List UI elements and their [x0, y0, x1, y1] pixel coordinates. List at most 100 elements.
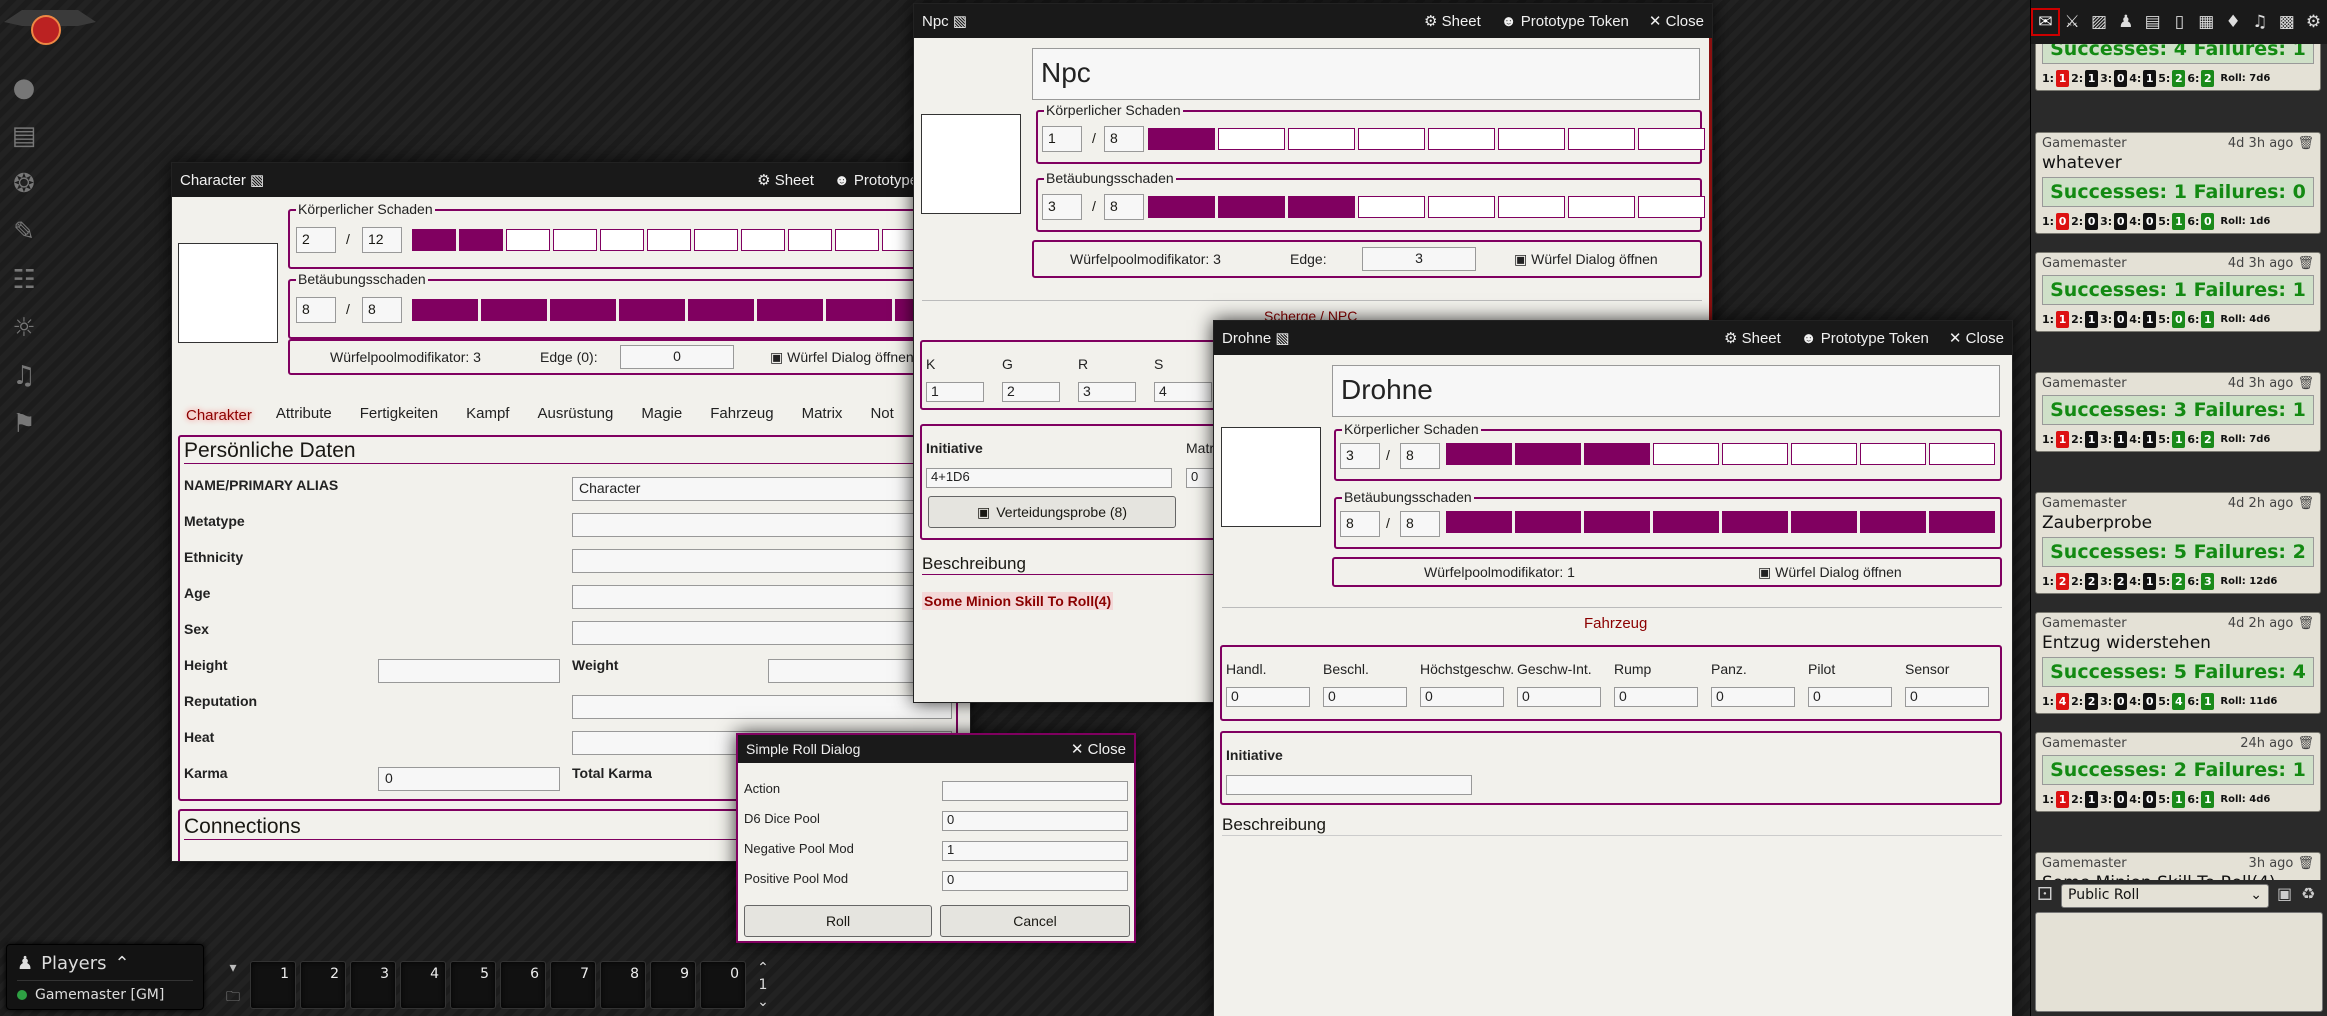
damage-box[interactable]: [826, 299, 892, 321]
page-up-icon[interactable]: ⌃: [757, 960, 769, 976]
stat-input[interactable]: 0: [1808, 687, 1892, 707]
notes-icon[interactable]: ⚑: [6, 406, 42, 442]
physical-current-input[interactable]: 3: [1340, 443, 1380, 469]
damage-box[interactable]: [1498, 196, 1565, 218]
damage-box[interactable]: [1791, 511, 1857, 533]
settings-icon[interactable]: ⚙: [2303, 12, 2324, 32]
roll-mode-select[interactable]: Public Roll ⌄: [2061, 884, 2269, 908]
stun-current-input[interactable]: 8: [296, 297, 336, 323]
defense-roll-button[interactable]: ▣ Verteidungsprobe (8): [928, 496, 1176, 528]
action-input[interactable]: [942, 781, 1128, 801]
close-button[interactable]: ✕ Close: [1071, 740, 1126, 758]
damage-box[interactable]: [1860, 511, 1926, 533]
cancel-button[interactable]: Cancel: [940, 905, 1130, 937]
sex-input[interactable]: [572, 621, 952, 645]
draw-icon[interactable]: ✎: [6, 214, 42, 250]
negative-mod-input[interactable]: 1: [942, 841, 1128, 861]
edge-input[interactable]: 0: [620, 345, 734, 369]
initiative-input[interactable]: [1226, 775, 1472, 795]
cards-icon[interactable]: ♦: [2223, 12, 2244, 32]
macro-slot[interactable]: 6: [500, 961, 546, 1009]
journal-icon[interactable]: ▯: [2169, 12, 2190, 32]
minion-skill-roll[interactable]: Some Minion Skill To Roll(4): [922, 592, 1114, 610]
dice-dialog-button[interactable]: ▣ Würfel Dialog öffnen: [1758, 564, 1902, 581]
damage-box[interactable]: [506, 229, 550, 251]
save-icon[interactable]: ▣: [2277, 884, 2292, 903]
drone-name-input[interactable]: Drohne: [1332, 365, 2000, 417]
window-header[interactable]: Character ▧ ⚙ Sheet ☻ Prototype Token: [172, 163, 970, 197]
edge-input[interactable]: 3: [1362, 247, 1476, 271]
damage-box[interactable]: [1446, 443, 1512, 465]
tab-charakter[interactable]: Charakter: [180, 405, 258, 426]
damage-box[interactable]: [741, 229, 785, 251]
drone-portrait[interactable]: [1221, 427, 1321, 527]
light-icon[interactable]: ☼: [6, 310, 42, 346]
npc-name-input[interactable]: Npc: [1032, 48, 1700, 100]
macro-slot[interactable]: 8: [600, 961, 646, 1009]
tab-matrix[interactable]: Matrix: [802, 405, 843, 426]
tab-notes[interactable]: Not: [870, 405, 893, 426]
roll-button[interactable]: Roll: [744, 905, 932, 937]
stat-input[interactable]: 0: [1905, 687, 1989, 707]
attr-s-input[interactable]: 4: [1154, 382, 1212, 402]
damage-box[interactable]: [1358, 196, 1425, 218]
damage-box[interactable]: [1584, 511, 1650, 533]
doc-id-icon[interactable]: ▧: [953, 13, 967, 30]
npc-portrait[interactable]: [921, 114, 1021, 214]
positive-mod-input[interactable]: 0: [942, 871, 1128, 891]
sheet-config-button[interactable]: ⚙ Sheet: [1424, 12, 1481, 30]
macro-slot[interactable]: 5: [450, 961, 496, 1009]
macro-slot[interactable]: 4: [400, 961, 446, 1009]
macro-slot[interactable]: 9: [650, 961, 696, 1009]
damage-box[interactable]: [1446, 511, 1512, 533]
stat-input[interactable]: 0: [1517, 687, 1601, 707]
doc-id-icon[interactable]: ▧: [1275, 330, 1289, 347]
ruler-icon[interactable]: ▤: [6, 118, 42, 154]
damage-box[interactable]: [1288, 128, 1355, 150]
damage-box[interactable]: [1515, 511, 1581, 533]
chevron-up-icon[interactable]: ⌃: [115, 953, 130, 974]
damage-box[interactable]: [1722, 511, 1788, 533]
damage-box[interactable]: [688, 299, 754, 321]
dice-dialog-button[interactable]: ▣ Würfel Dialog öffnen: [770, 349, 914, 366]
folder-icon[interactable]: 🗀: [226, 986, 240, 1010]
damage-box[interactable]: [788, 229, 832, 251]
tab-kampf[interactable]: Kampf: [466, 405, 509, 426]
damage-box[interactable]: [757, 299, 823, 321]
damage-box[interactable]: [1791, 443, 1857, 465]
physical-current-input[interactable]: 1: [1042, 126, 1082, 152]
attr-r-input[interactable]: 3: [1078, 382, 1136, 402]
damage-box[interactable]: [1148, 128, 1215, 150]
damage-box[interactable]: [412, 299, 478, 321]
actors-icon[interactable]: ♟: [2115, 12, 2136, 32]
dice-pool-input[interactable]: 0: [942, 811, 1128, 831]
damage-box[interactable]: [1653, 443, 1719, 465]
damage-box[interactable]: [1929, 443, 1995, 465]
prototype-token-button[interactable]: ☻ Prototype Token: [1501, 13, 1629, 30]
stat-input[interactable]: 0: [1614, 687, 1698, 707]
damage-box[interactable]: [412, 229, 456, 251]
damage-box[interactable]: [1218, 196, 1285, 218]
chat-log[interactable]: CrackenSuccesses: 4 Failures: 11:12:13:0…: [2031, 44, 2327, 880]
stat-input[interactable]: 0: [1226, 687, 1310, 707]
stat-input[interactable]: 0: [1711, 687, 1795, 707]
doc-id-icon[interactable]: ▧: [250, 172, 264, 189]
stun-max-input[interactable]: 8: [1104, 194, 1144, 220]
playlists-icon[interactable]: ♫: [2250, 12, 2271, 32]
dialog-header[interactable]: Simple Roll Dialog ✕ Close: [738, 735, 1134, 763]
players-list[interactable]: ♟ Players ⌃ Gamemaster [GM]: [6, 944, 204, 1010]
attr-k-input[interactable]: 1: [926, 382, 984, 402]
damage-box[interactable]: [459, 229, 503, 251]
tables-icon[interactable]: ▦: [2196, 12, 2217, 32]
damage-box[interactable]: [553, 229, 597, 251]
damage-box[interactable]: [550, 299, 616, 321]
damage-box[interactable]: [1722, 443, 1788, 465]
damage-box[interactable]: [1358, 128, 1425, 150]
damage-box[interactable]: [1498, 128, 1565, 150]
sheet-config-button[interactable]: ⚙ Sheet: [757, 171, 814, 189]
stun-max-input[interactable]: 8: [1400, 511, 1440, 537]
combat-icon[interactable]: ⚔: [2062, 12, 2083, 32]
damage-box[interactable]: [1638, 128, 1705, 150]
tab-ausruestung[interactable]: Ausrüstung: [537, 405, 613, 426]
tab-magie[interactable]: Magie: [641, 405, 682, 426]
